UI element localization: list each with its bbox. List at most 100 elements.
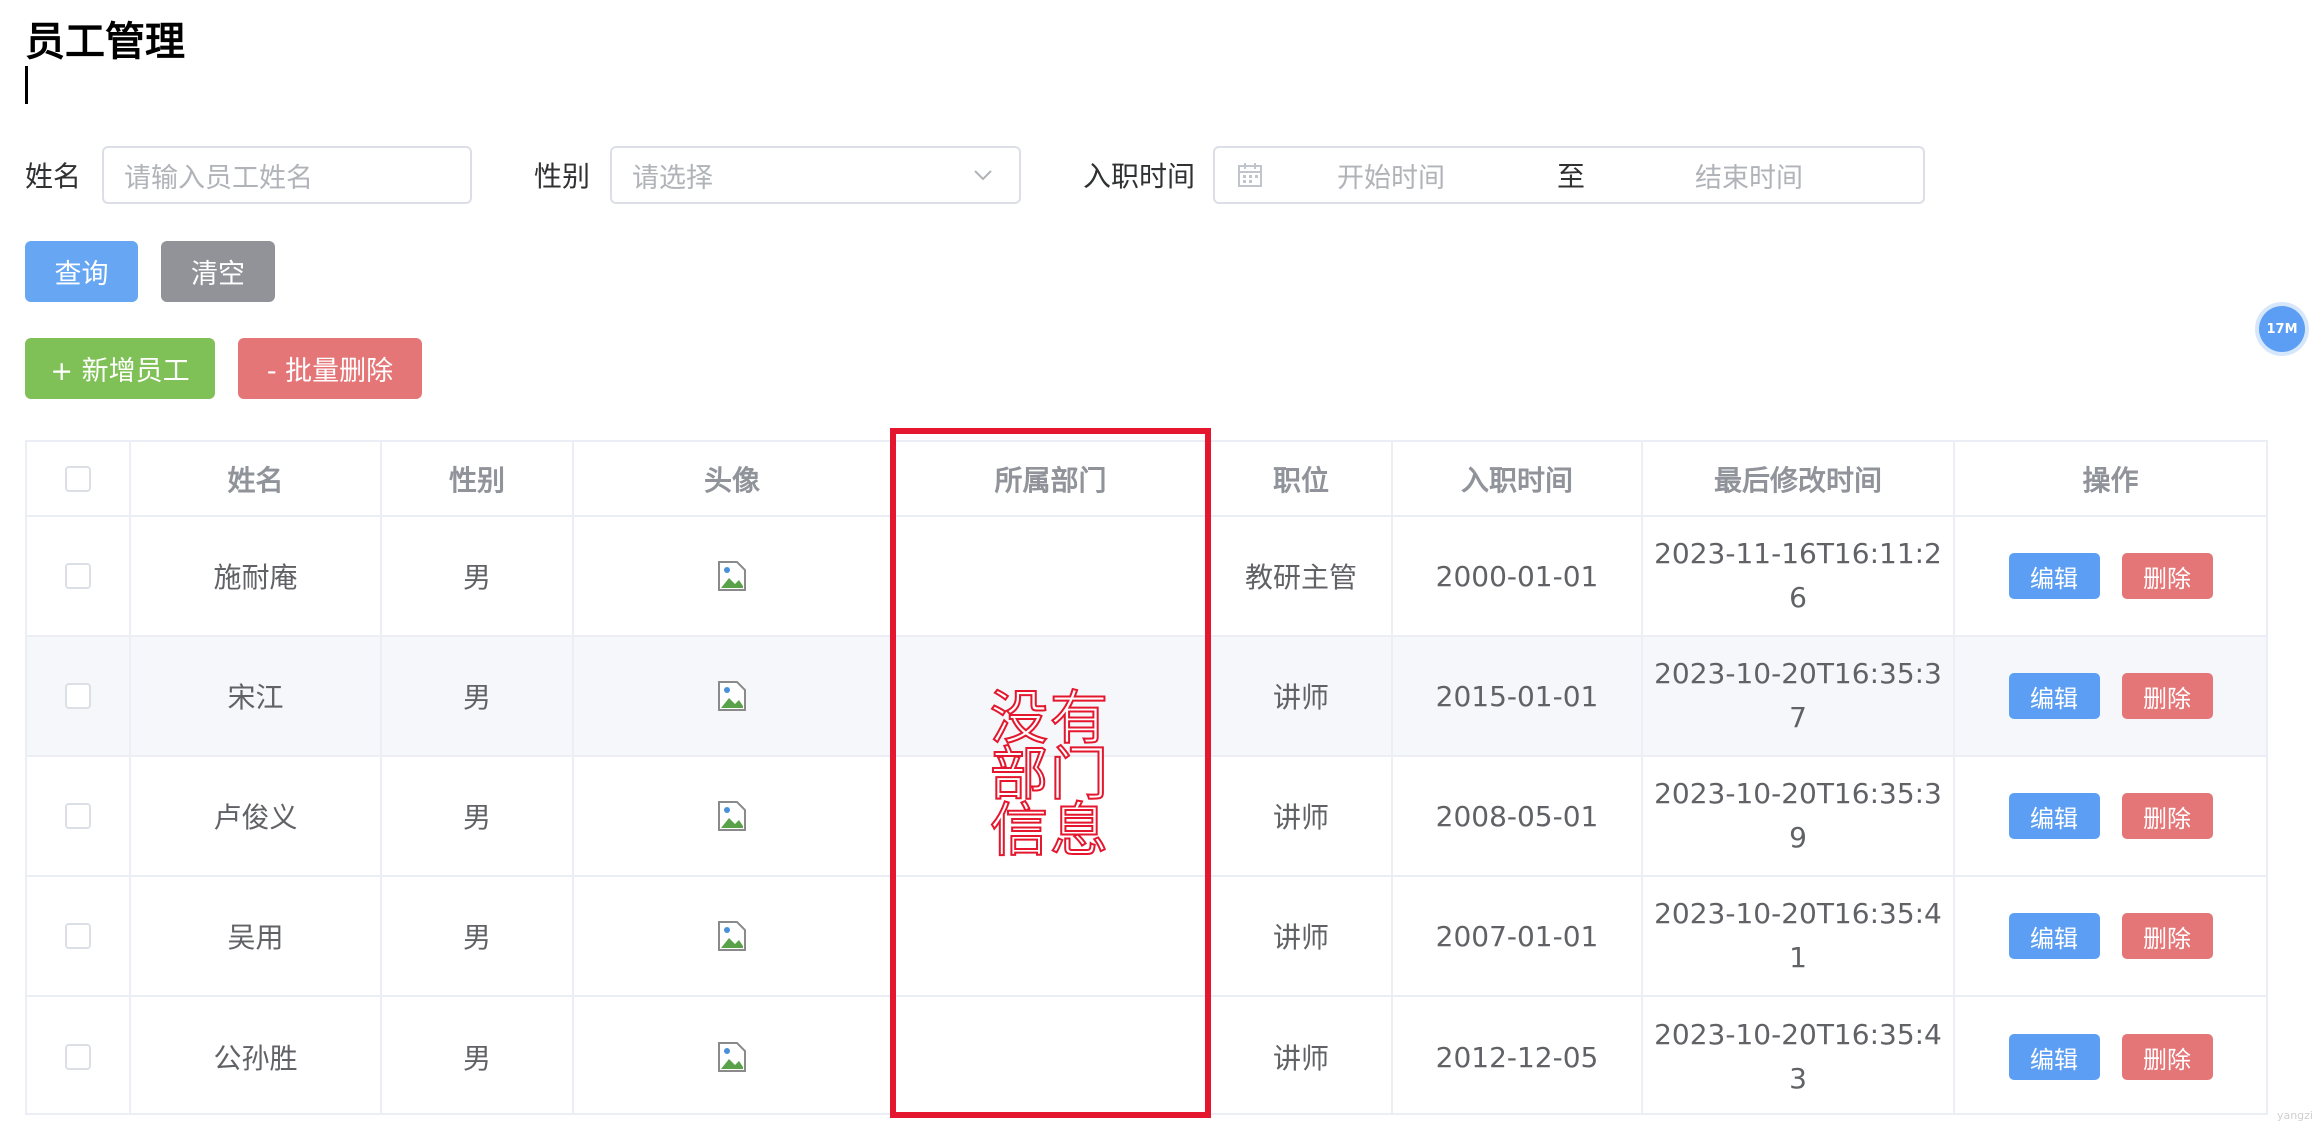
name-filter-label: 姓名 xyxy=(25,160,82,193)
header-gender: 性别 xyxy=(382,442,574,515)
cell-dept xyxy=(892,517,1211,635)
name-search-input[interactable]: 请输入员工姓名 xyxy=(102,146,472,204)
cell-dept xyxy=(892,997,1211,1113)
hire-date-filter-label: 入职时间 xyxy=(1083,160,1196,193)
cell-job: 教研主管 xyxy=(1211,517,1393,635)
hire-date-range-picker[interactable]: 开始时间 至 结束时间 xyxy=(1213,146,1925,204)
query-button[interactable]: 查询 xyxy=(25,241,138,302)
clear-button[interactable]: 清空 xyxy=(161,241,275,302)
cell-gender: 男 xyxy=(382,637,574,755)
row-checkbox[interactable] xyxy=(65,683,91,709)
broken-image-icon xyxy=(718,921,746,951)
broken-image-icon xyxy=(718,1042,746,1072)
edit-button[interactable]: 编辑 xyxy=(2008,793,2100,839)
annotation-text: 没有部门信息 xyxy=(989,684,1110,864)
cell-gender: 男 xyxy=(382,517,574,635)
row-select-cell xyxy=(27,637,131,755)
watermark: yangzi xyxy=(2276,1109,2313,1122)
table-header-row: 姓名 性别 头像 所属部门 职位 入职时间 最后修改时间 操作 xyxy=(27,442,2266,517)
table-row: 宋江 男 讲师 2015-01-01 2023-10-20T16:35:37 编… xyxy=(27,637,2266,757)
header-name: 姓名 xyxy=(131,442,382,515)
edit-button[interactable]: 编辑 xyxy=(2008,1034,2100,1080)
row-checkbox[interactable] xyxy=(65,563,91,589)
cell-gender: 男 xyxy=(382,757,574,875)
row-checkbox[interactable] xyxy=(65,803,91,829)
header-job: 职位 xyxy=(1211,442,1393,515)
delete-button[interactable]: 删除 xyxy=(2121,913,2213,959)
select-all-checkbox[interactable] xyxy=(65,465,91,492)
delete-button[interactable]: 删除 xyxy=(2121,673,2213,719)
name-input-placeholder: 请输入员工姓名 xyxy=(124,162,313,194)
end-date-input[interactable]: 结束时间 xyxy=(1695,156,1803,195)
cell-update-time: 2023-10-20T16:35:39 xyxy=(1643,757,1955,875)
edit-button[interactable]: 编辑 xyxy=(2008,673,2100,719)
edit-button[interactable]: 编辑 xyxy=(2008,553,2100,599)
cell-update-time: 2023-10-20T16:35:43 xyxy=(1643,997,1955,1113)
cell-entry-date: 2015-01-01 xyxy=(1393,637,1643,755)
cell-actions: 编辑 删除 xyxy=(1955,757,2266,875)
header-dept: 所属部门 xyxy=(892,442,1211,515)
add-employee-button[interactable]: + 新增员工 xyxy=(25,338,215,399)
row-select-cell xyxy=(27,757,131,875)
cell-job: 讲师 xyxy=(1211,997,1393,1113)
cell-avatar xyxy=(574,517,892,635)
chevron-down-icon xyxy=(974,170,992,181)
header-entry-date: 入职时间 xyxy=(1393,442,1643,515)
table-row: 吴用 男 讲师 2007-01-01 2023-10-20T16:35:41 编… xyxy=(27,877,2266,997)
batch-delete-button[interactable]: - 批量删除 xyxy=(238,338,422,399)
calendar-icon xyxy=(1238,163,1262,187)
cell-entry-date: 2012-12-05 xyxy=(1393,997,1643,1113)
cell-update-time: 2023-11-16T16:11:26 xyxy=(1643,517,1955,635)
cell-entry-date: 2007-01-01 xyxy=(1393,877,1643,995)
edit-button[interactable]: 编辑 xyxy=(2008,913,2100,959)
cell-avatar xyxy=(574,757,892,875)
cell-dept xyxy=(892,877,1211,995)
cell-name: 施耐庵 xyxy=(131,517,382,635)
cell-job: 讲师 xyxy=(1211,757,1393,875)
cell-entry-date: 2000-01-01 xyxy=(1393,517,1643,635)
select-all-cell xyxy=(27,442,131,515)
row-checkbox[interactable] xyxy=(65,1044,91,1070)
memory-usage-badge[interactable]: 17M xyxy=(2259,306,2305,352)
header-actions: 操作 xyxy=(2082,463,2139,497)
cell-avatar xyxy=(574,877,892,995)
gender-filter-label: 性别 xyxy=(534,160,591,193)
gender-select[interactable]: 请选择 xyxy=(610,146,1021,204)
cell-actions: 编辑 删除 xyxy=(1955,637,2266,755)
text-cursor xyxy=(25,66,28,104)
broken-image-icon xyxy=(718,561,746,591)
table-row: 施耐庵 男 教研主管 2000-01-01 2023-11-16T16:11:2… xyxy=(27,517,2266,637)
header-avatar: 头像 xyxy=(574,442,892,515)
cell-job: 讲师 xyxy=(1211,637,1393,755)
cell-actions: 编辑 删除 xyxy=(1955,517,2266,635)
row-select-cell xyxy=(27,997,131,1113)
row-checkbox[interactable] xyxy=(65,923,91,949)
delete-button[interactable]: 删除 xyxy=(2121,793,2213,839)
cell-actions: 编辑 删除 xyxy=(1955,877,2266,995)
cell-name: 卢俊义 xyxy=(131,757,382,875)
cell-entry-date: 2008-05-01 xyxy=(1393,757,1643,875)
cell-gender: 男 xyxy=(382,877,574,995)
row-select-cell xyxy=(27,517,131,635)
table-row: 公孙胜 男 讲师 2012-12-05 2023-10-20T16:35:43 … xyxy=(27,997,2266,1113)
date-range-separator: 至 xyxy=(1557,160,1586,193)
header-update-time: 最后修改时间 xyxy=(1643,442,1955,515)
cell-update-time: 2023-10-20T16:35:37 xyxy=(1643,637,1955,755)
cell-avatar xyxy=(574,637,892,755)
start-date-input[interactable]: 开始时间 xyxy=(1337,156,1445,195)
cell-name: 公孙胜 xyxy=(131,997,382,1113)
cell-job: 讲师 xyxy=(1211,877,1393,995)
delete-button[interactable]: 删除 xyxy=(2121,553,2213,599)
cell-gender: 男 xyxy=(382,997,574,1113)
cell-avatar xyxy=(574,997,892,1113)
delete-button[interactable]: 删除 xyxy=(2121,1034,2213,1080)
gender-select-placeholder: 请选择 xyxy=(632,162,713,194)
broken-image-icon xyxy=(718,681,746,711)
page-title: 员工管理 xyxy=(25,19,185,65)
cell-name: 宋江 xyxy=(131,637,382,755)
cell-update-time: 2023-10-20T16:35:41 xyxy=(1643,877,1955,995)
employee-table: 姓名 性别 头像 所属部门 职位 入职时间 最后修改时间 操作 施耐庵 男 教研… xyxy=(25,440,2268,1115)
table-row: 卢俊义 男 讲师 2008-05-01 2023-10-20T16:35:39 … xyxy=(27,757,2266,877)
broken-image-icon xyxy=(718,801,746,831)
cell-actions: 编辑 删除 xyxy=(1955,997,2266,1113)
